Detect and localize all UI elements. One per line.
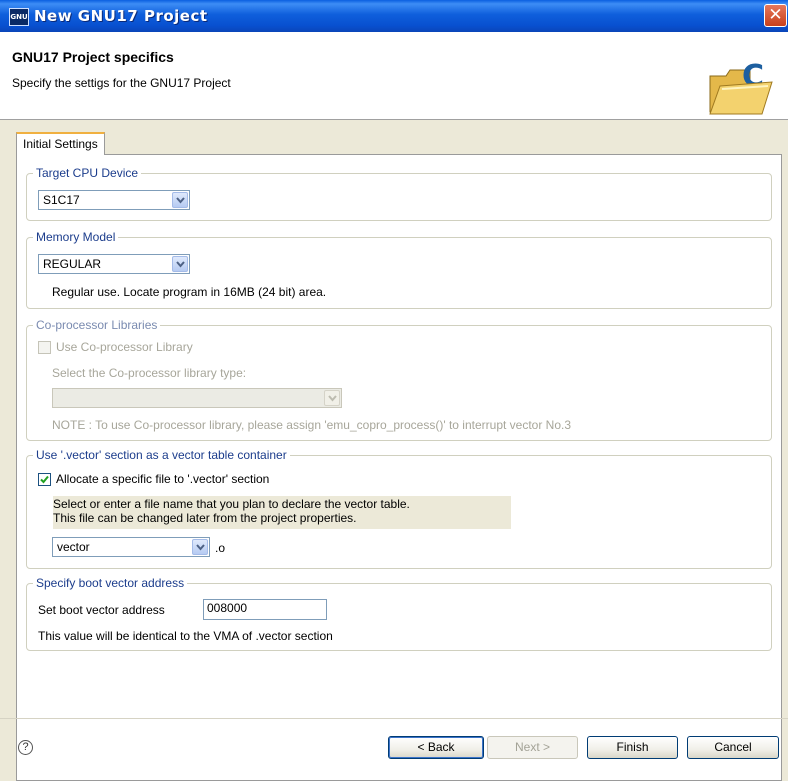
wizard-header: GNU17 Project specifics Specify the sett… <box>0 32 788 120</box>
use-coprocessor-checkbox[interactable] <box>38 341 51 354</box>
allocate-vector-label: Allocate a specific file to '.vector' se… <box>56 472 270 486</box>
allocate-vector-checkbox[interactable] <box>38 473 51 486</box>
close-button[interactable]: ✕ <box>764 4 787 27</box>
new-project-dialog: GNU New GNU17 Project ✕ GNU17 Project sp… <box>0 0 788 781</box>
page-description: Specify the settigs for the GNU17 Projec… <box>12 76 231 90</box>
coprocessor-legend: Co-processor Libraries <box>33 317 161 333</box>
help-icon[interactable]: ? <box>18 740 33 755</box>
coprocessor-note: NOTE : To use Co-processor library, plea… <box>52 418 572 432</box>
vector-file-suffix: .o <box>215 541 226 555</box>
target-cpu-combo[interactable]: S1C17 <box>38 190 190 210</box>
memory-model-description: Regular use. Locate program in 16MB (24 … <box>52 285 327 299</box>
open-folder-c-icon: C <box>709 59 773 115</box>
chevron-down-icon[interactable] <box>172 256 188 272</box>
next-button[interactable]: Next > <box>487 736 578 759</box>
boot-vector-note: This value will be identical to the VMA … <box>38 629 333 643</box>
memory-model-combo[interactable]: REGULAR <box>38 254 190 274</box>
boot-vector-legend: Specify boot vector address <box>33 575 188 591</box>
target-cpu-legend: Target CPU Device <box>33 165 142 181</box>
tab-initial-settings[interactable]: Initial Settings <box>16 132 105 155</box>
check-icon <box>40 475 49 484</box>
target-cpu-group: Target CPU Device S1C17 <box>26 165 772 221</box>
chevron-down-icon[interactable] <box>192 539 208 555</box>
chevron-down-icon[interactable] <box>172 192 188 208</box>
boot-vector-group: Specify boot vector address Set boot vec… <box>26 575 772 651</box>
coprocessor-type-label: Select the Co-processor library type: <box>52 366 247 380</box>
chevron-down-icon[interactable] <box>324 390 340 406</box>
memory-model-value: REGULAR <box>43 257 102 271</box>
close-icon: ✕ <box>768 5 783 25</box>
coprocessor-group: Co-processor Libraries Use Co-processor … <box>26 317 772 441</box>
tab-folder: Initial Settings Target CPU Device S1C17… <box>0 120 788 781</box>
target-cpu-value: S1C17 <box>43 193 80 207</box>
boot-vector-label: Set boot vector address <box>38 603 165 617</box>
coprocessor-type-combo[interactable] <box>52 388 342 408</box>
vector-hint-line-2: This file can be changed later from the … <box>53 511 357 525</box>
memory-model-legend: Memory Model <box>33 229 119 245</box>
vector-hint-line-1: Select or enter a file name that you pla… <box>53 497 410 511</box>
vector-hint: Select or enter a file name that you pla… <box>53 496 511 529</box>
page-title: GNU17 Project specifics <box>12 49 174 65</box>
boot-vector-address-input[interactable]: 008000 <box>203 599 327 620</box>
vector-section-group: Use '.vector' section as a vector table … <box>26 447 772 569</box>
button-bar-separator <box>0 718 788 719</box>
gnu-app-icon: GNU <box>9 8 29 26</box>
cancel-button[interactable]: Cancel <box>687 736 779 759</box>
use-coprocessor-label: Use Co-processor Library <box>56 340 193 354</box>
window-title: New GNU17 Project <box>34 7 208 25</box>
vector-file-combo[interactable]: vector <box>52 537 210 557</box>
vector-section-legend: Use '.vector' section as a vector table … <box>33 447 290 463</box>
vector-file-value: vector <box>57 540 90 554</box>
memory-model-group: Memory Model REGULAR Regular use. Locate… <box>26 229 772 309</box>
finish-button[interactable]: Finish <box>587 736 678 759</box>
back-button[interactable]: < Back <box>388 736 484 759</box>
title-bar[interactable]: GNU New GNU17 Project ✕ <box>0 0 788 32</box>
initial-settings-panel: Target CPU Device S1C17 Memory Model REG… <box>16 154 782 781</box>
